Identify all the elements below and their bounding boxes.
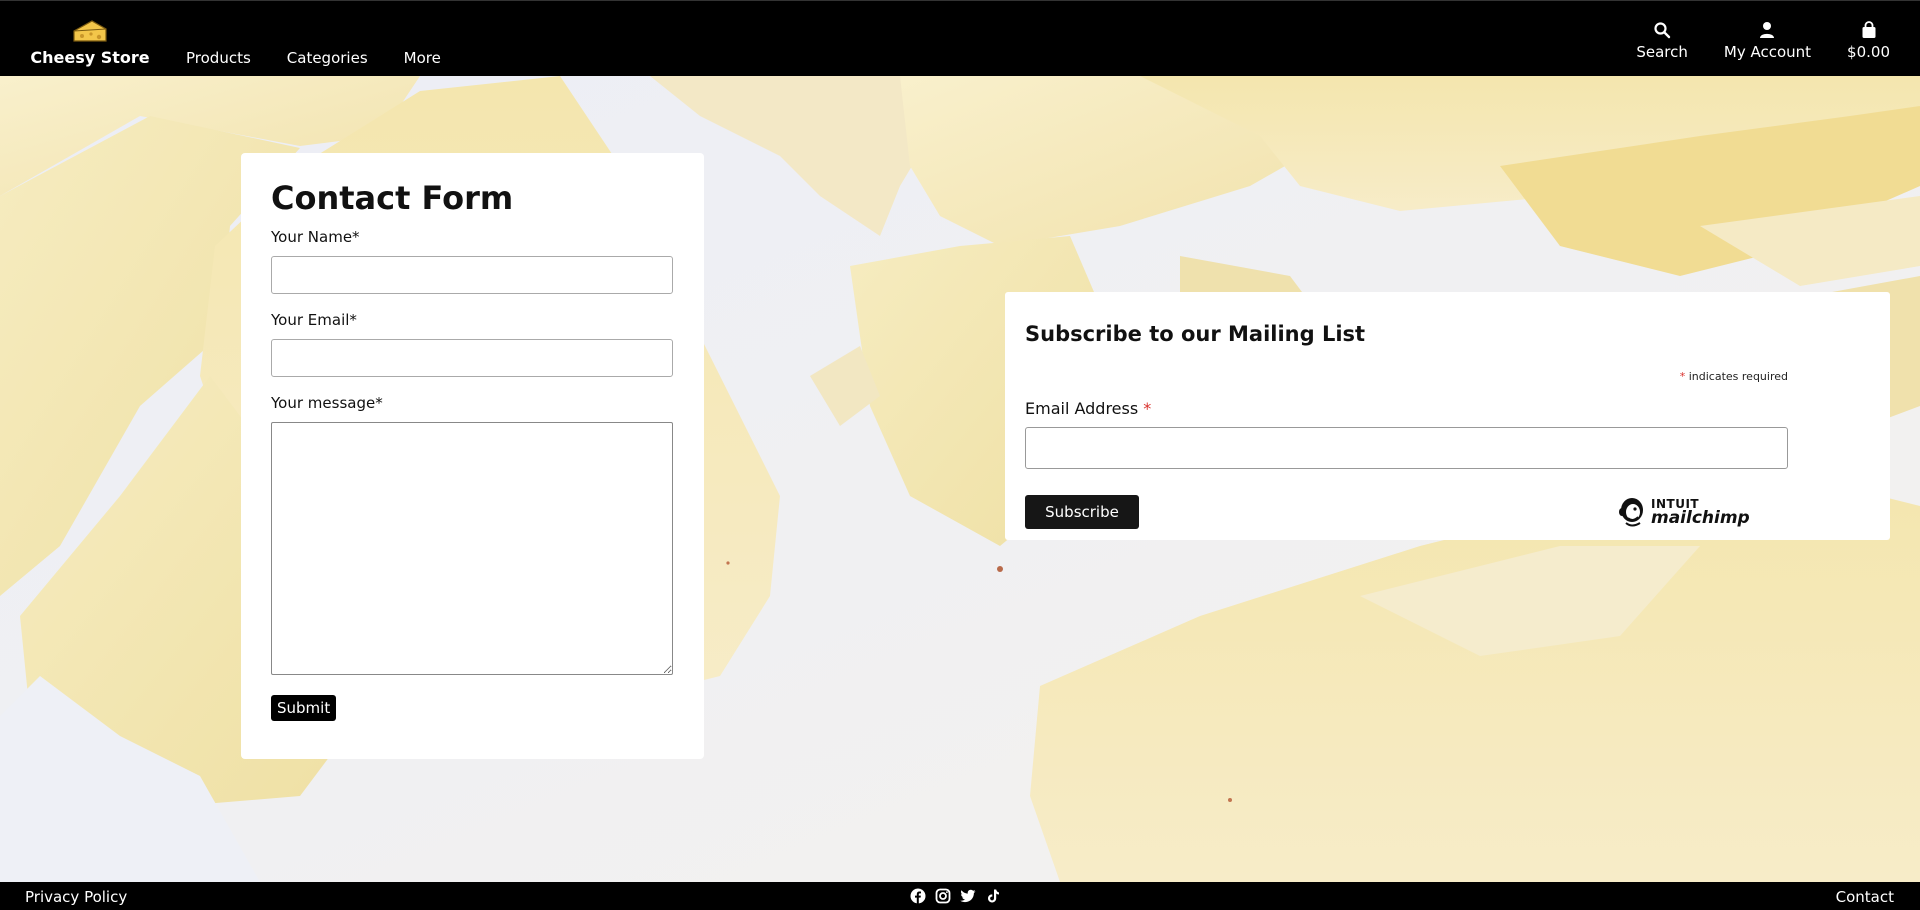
mailing-email-label: Email Address * <box>1025 399 1151 418</box>
instagram-icon[interactable] <box>934 888 952 904</box>
mailchimp-text: mailchimp <box>1651 507 1750 528</box>
account-label: My Account <box>1723 43 1812 61</box>
mailchimp-wordmark: INTUIT mailchimp <box>1651 498 1750 527</box>
nav-categories[interactable]: Categories <box>287 49 368 67</box>
mailing-email-asterisk: * <box>1143 399 1152 418</box>
nav-more[interactable]: More <box>404 49 441 67</box>
twitter-icon[interactable] <box>959 888 977 904</box>
mailing-list-title: Subscribe to our Mailing List <box>1025 322 1366 346</box>
privacy-policy-link[interactable]: Privacy Policy <box>25 888 127 906</box>
facebook-icon[interactable] <box>909 888 927 904</box>
social-links <box>909 888 1002 904</box>
footer-contact-link[interactable]: Contact <box>1836 888 1894 906</box>
message-textarea[interactable] <box>271 422 673 676</box>
required-note: * indicates required <box>1680 370 1788 383</box>
user-icon <box>1760 22 1775 38</box>
contact-form-card: Contact Form Your Name* Your Email* Your… <box>241 153 704 759</box>
brand-home-link[interactable]: Cheesy Store <box>30 19 150 71</box>
shopping-bag-icon <box>1862 21 1876 38</box>
site-footer: Privacy Policy Contact <box>0 882 1920 910</box>
name-input[interactable] <box>271 256 673 295</box>
search-label: Search <box>1636 43 1688 61</box>
message-label: Your message* <box>271 394 383 413</box>
intuit-mailchimp-badge[interactable]: INTUIT mailchimp <box>1617 496 1750 528</box>
top-navbar: Cheesy Store Products Categories More Se… <box>0 0 1920 76</box>
nav-products[interactable]: Products <box>186 49 251 67</box>
tiktok-icon[interactable] <box>984 888 1002 904</box>
cart-total: $0.00 <box>1847 43 1890 61</box>
cart-button[interactable]: $0.00 <box>1847 21 1890 61</box>
brand-name: Cheesy Store <box>30 48 150 67</box>
account-button[interactable]: My Account <box>1724 21 1811 61</box>
search-icon <box>1654 22 1671 39</box>
mailing-list-card: Subscribe to our Mailing List * indicate… <box>1005 292 1890 540</box>
mailing-email-input[interactable] <box>1025 427 1788 469</box>
email-input[interactable] <box>271 339 673 378</box>
search-button[interactable]: Search <box>1636 21 1688 61</box>
required-asterisk: * <box>1679 370 1686 383</box>
header-tools: Search My Account $0.00 <box>1636 21 1890 61</box>
cheese-logo-icon <box>73 20 107 42</box>
submit-button[interactable]: Submit <box>271 695 337 722</box>
mailing-email-label-text: Email Address <box>1025 399 1139 418</box>
mailchimp-logo-icon <box>1619 498 1643 527</box>
name-label: Your Name* <box>271 228 360 247</box>
main-nav: Products Categories More <box>186 49 441 67</box>
contact-form-title: Contact Form <box>271 179 514 217</box>
subscribe-button[interactable]: Subscribe <box>1025 495 1139 529</box>
email-label: Your Email* <box>271 311 357 330</box>
required-note-text: indicates required <box>1688 370 1788 383</box>
